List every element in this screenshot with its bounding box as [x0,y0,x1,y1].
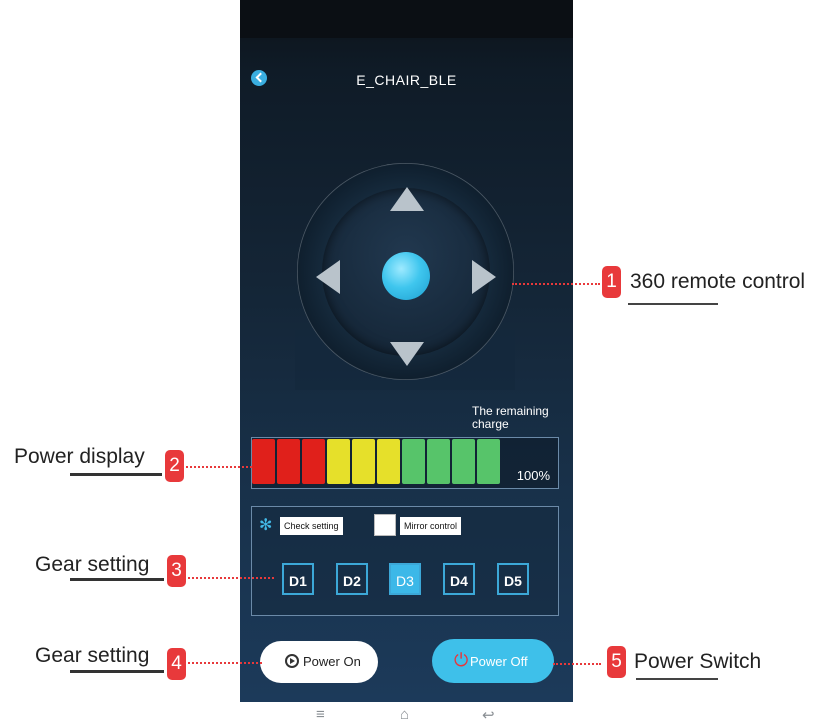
battery-cell [327,439,350,484]
battery-cell [352,439,375,484]
callout-4-number: 4 [167,648,186,680]
battery-cell [377,439,400,484]
callout-1-text: 360 remote control [630,270,806,293]
power-on-button[interactable]: Power On [260,641,378,683]
arrow-down-icon[interactable] [390,342,424,366]
callout-5-underline [636,678,718,680]
page-title: E_CHAIR_BLE [356,72,457,88]
callout-3-number: 3 [167,555,186,587]
battery-cell [427,439,450,484]
battery-cell [302,439,325,484]
battery-cell [252,439,275,484]
mirror-control-checkbox[interactable] [374,514,396,536]
mirror-control-label: Mirror control [400,517,462,535]
power-on-label: Power On [303,654,361,669]
callout-1-number: 1 [602,266,621,298]
battery-cells [252,438,502,486]
callout-3-text: Gear setting [35,553,150,576]
check-setting-button[interactable]: Check setting [280,517,343,535]
battery-cell [477,439,500,484]
callout-3-underline [70,578,164,581]
arrow-left-icon[interactable] [316,260,340,294]
battery-percent: 100% [516,468,550,483]
arrow-right-icon[interactable] [472,260,496,294]
power-off-label: Power Off [470,654,528,669]
battery-cell [452,439,475,484]
arrow-up-icon[interactable] [390,187,424,211]
callout-2-underline [70,473,162,476]
callout-2-text: Power display [14,445,145,468]
battery-cell [277,439,300,484]
gear-d1-button[interactable]: D1 [282,563,314,595]
return-icon[interactable]: ↩ [482,706,495,724]
gear-d5-button[interactable]: D5 [497,563,529,595]
power-icon: ⏻ [454,650,469,670]
callout-4-text: Gear setting [35,644,150,667]
menu-icon[interactable]: ≡ [316,706,325,723]
fan-icon: ✻ [259,517,273,534]
callout-2-leader [186,466,252,468]
play-circle-icon [285,654,299,668]
home-icon[interactable]: ⌂ [400,706,409,723]
gear-settings-panel: ✻ Check setting Mirror control D1 D2 D3 … [251,506,559,616]
phone-screen: E_CHAIR_BLE The remaining charge 100% ✻ … [240,0,573,702]
remaining-charge-label: The remaining charge [472,404,549,431]
callout-4-underline [70,670,164,673]
status-bar [240,0,573,38]
android-nav-bar: ≡ ⌂ ↩ [240,702,573,726]
callout-1-leader [512,283,600,285]
callout-5-text: Power Switch [634,650,762,673]
gear-d4-button[interactable]: D4 [443,563,475,595]
power-off-button[interactable]: ⏻ Power Off [432,639,554,683]
callout-5-leader [553,663,601,665]
callout-1-underline [628,303,718,305]
gear-d3-button[interactable]: D3 [389,563,421,595]
battery-cell [402,439,425,484]
joystick-knob[interactable] [382,252,430,300]
callout-2-number: 2 [165,450,184,482]
callout-5-number: 5 [607,646,626,678]
callout-3-leader [188,577,274,579]
gear-d2-button[interactable]: D2 [336,563,368,595]
callout-4-leader [188,662,262,664]
battery-display: 100% [251,437,559,489]
